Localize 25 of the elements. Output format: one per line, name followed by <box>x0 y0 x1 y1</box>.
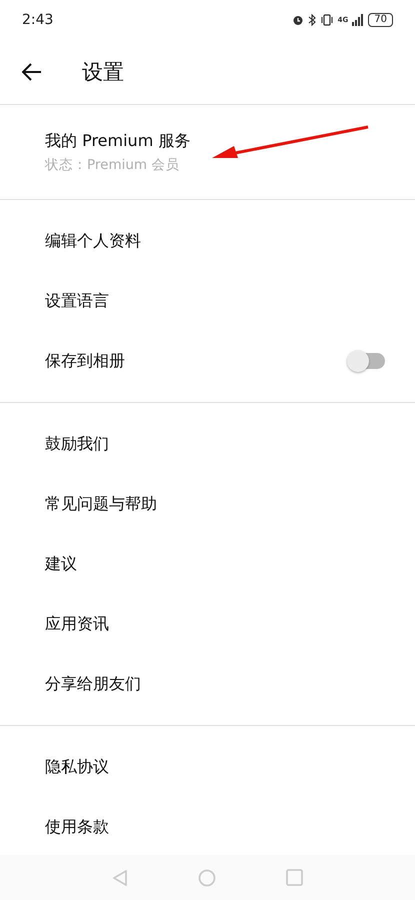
premium-title: 我的 Premium 服务 <box>45 130 190 152</box>
settings-item[interactable]: 隐私协议 <box>0 737 415 797</box>
back-nav-icon[interactable] <box>112 868 128 886</box>
settings-item[interactable]: 鼓励我们 <box>0 414 415 474</box>
settings-item[interactable]: 使用条款 <box>0 797 415 857</box>
status-time: 2:43 <box>22 12 54 28</box>
toggle-switch[interactable] <box>349 353 385 369</box>
alarm-icon <box>292 14 304 26</box>
back-icon[interactable] <box>22 63 42 81</box>
settings-item[interactable]: 设置语言 <box>0 271 415 331</box>
page-title: 设置 <box>82 59 124 86</box>
home-nav-icon[interactable] <box>198 868 216 886</box>
bluetooth-icon <box>308 14 316 26</box>
recents-nav-icon[interactable] <box>286 869 303 886</box>
signal-icon <box>352 14 364 26</box>
premium-status: 状态：Premium 会员 <box>45 156 180 174</box>
settings-item[interactable]: 分享给朋友们 <box>0 654 415 714</box>
settings-item[interactable]: 保存到相册 <box>0 331 415 391</box>
battery-level: 70 <box>368 13 393 27</box>
settings-item[interactable]: 编辑个人资料 <box>0 211 415 271</box>
settings-item[interactable]: 应用资讯 <box>0 594 415 654</box>
settings-item[interactable]: 建议 <box>0 534 415 594</box>
vibrate-icon <box>320 14 334 26</box>
settings-item[interactable]: 常见问题与帮助 <box>0 474 415 534</box>
premium-item[interactable]: 我的 Premium 服务 状态：Premium 会员 <box>0 105 415 200</box>
